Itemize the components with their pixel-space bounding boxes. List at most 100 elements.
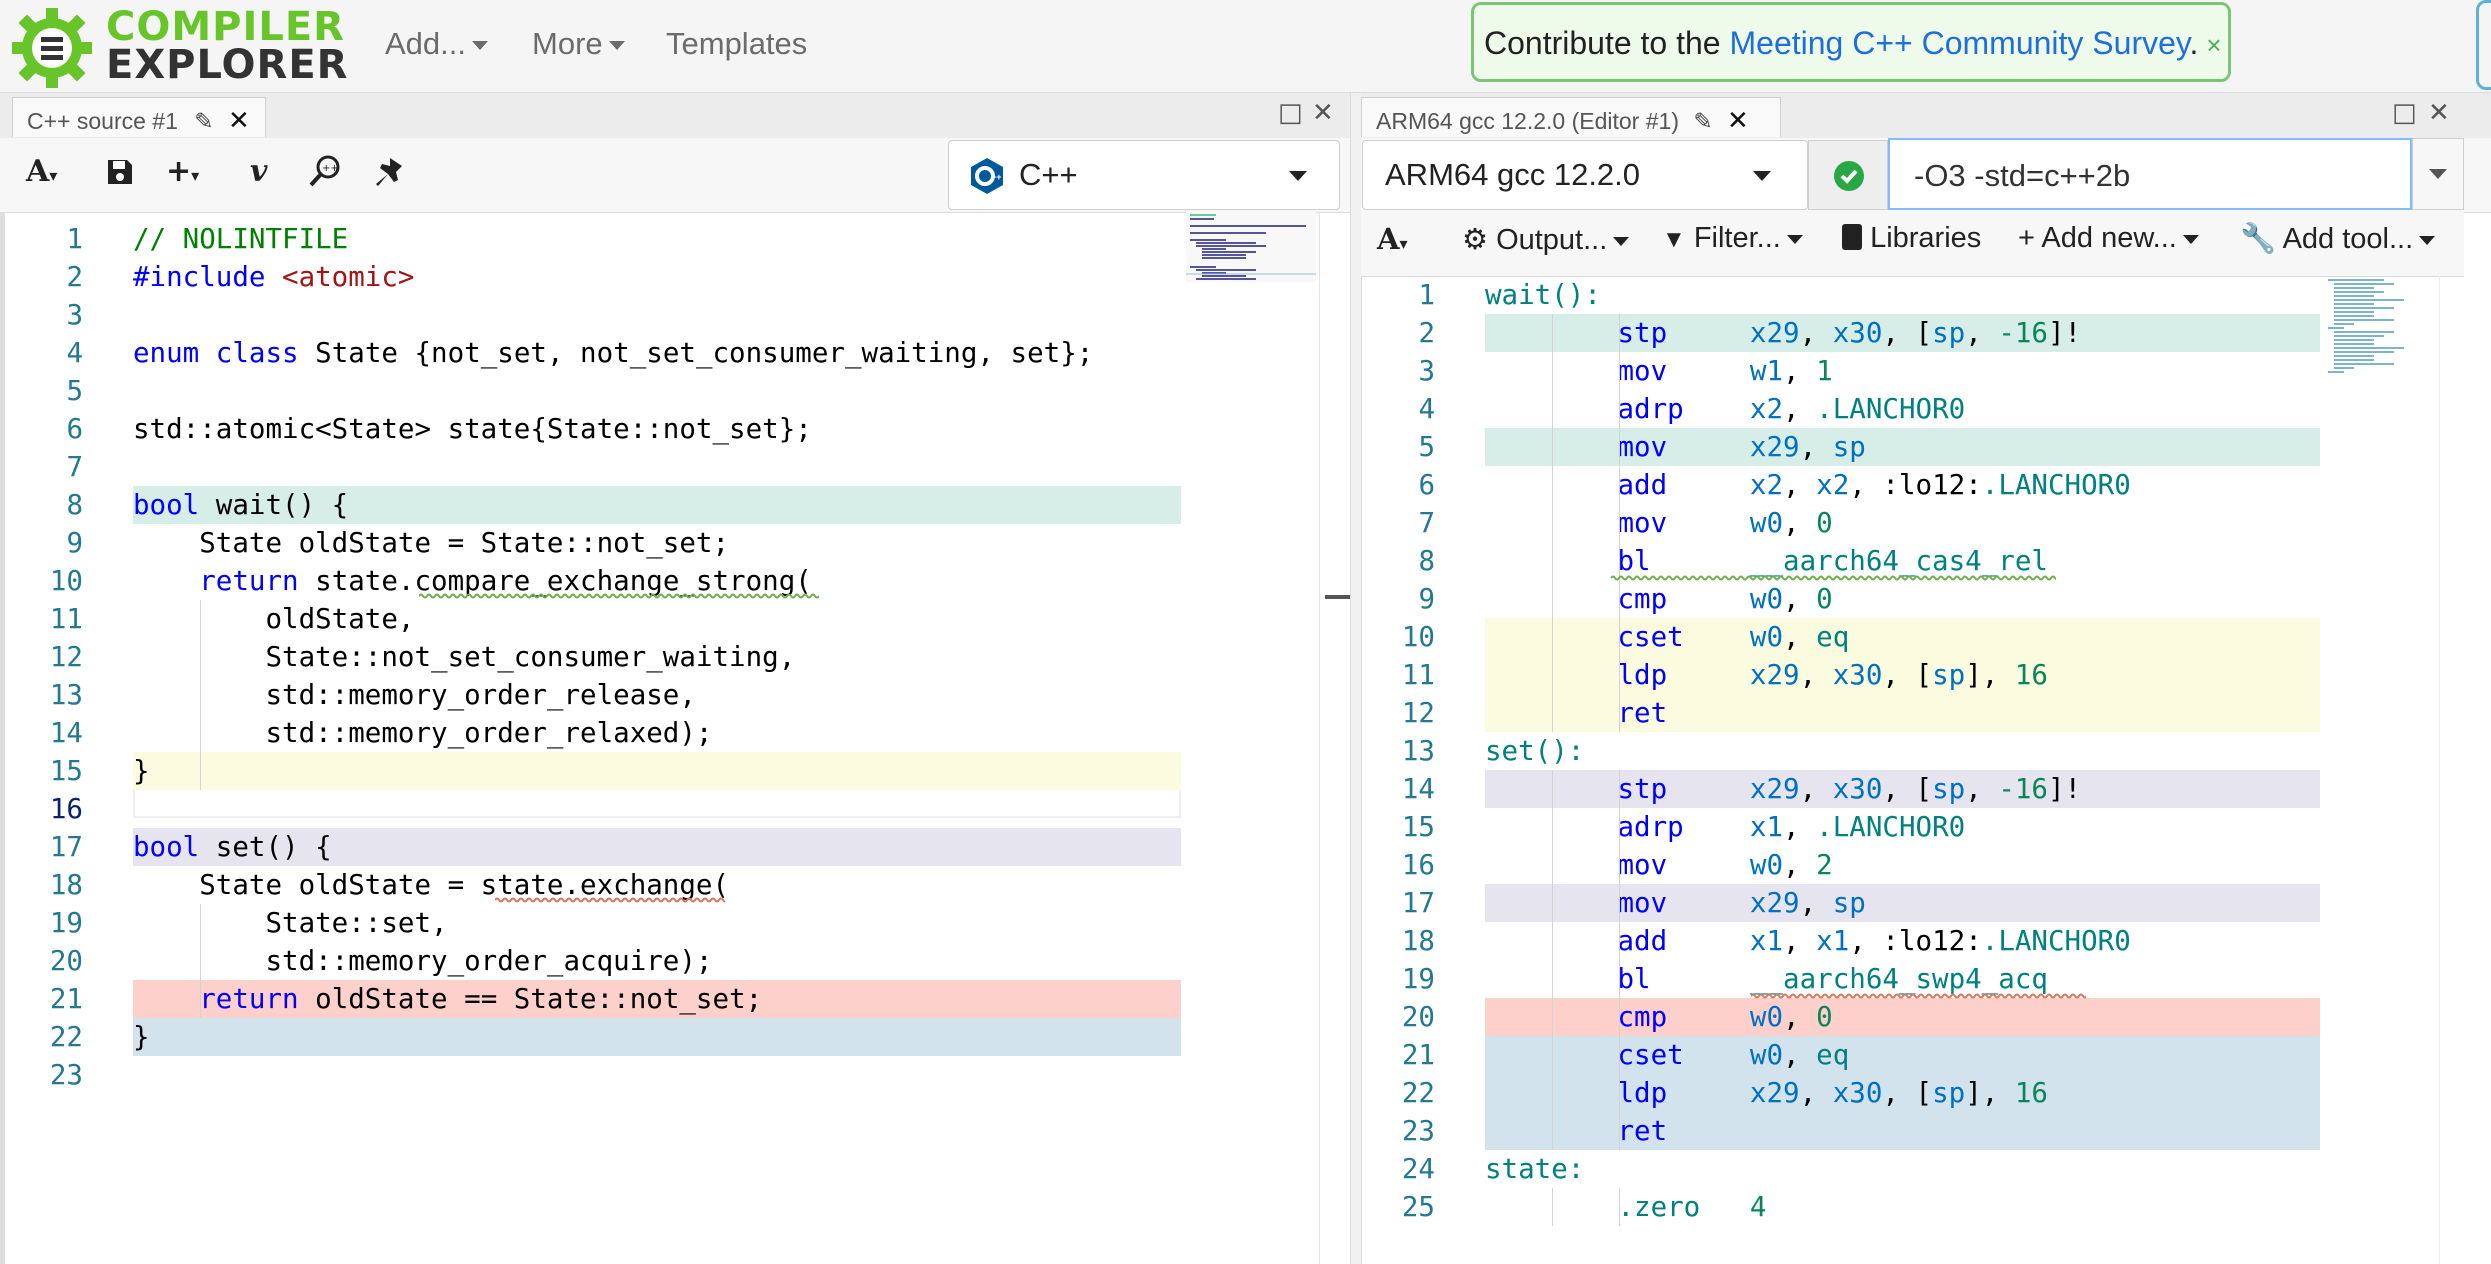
nav-more-label: More	[532, 26, 603, 61]
gear-logo-icon	[12, 8, 92, 88]
underline-squiggle	[495, 897, 725, 903]
source-line: }	[133, 755, 150, 787]
chevron-down-icon	[1289, 171, 1307, 181]
line-number: 4	[66, 337, 83, 369]
tab-title: ARM64 gcc 12.2.0 (Editor #1)	[1376, 108, 1679, 134]
close-pane-icon[interactable]: ✕	[2428, 98, 2450, 128]
asm-line-number: 17	[1401, 887, 1435, 919]
source-line: std::memory_order_acquire);	[133, 945, 713, 977]
maximize-icon[interactable]: □	[2392, 98, 2417, 128]
source-line: oldState,	[133, 603, 415, 635]
asm-line: stp x29, x30, [sp, -16]!	[1617, 317, 2082, 349]
indent-guide	[200, 904, 201, 1018]
source-line-highlight	[133, 1018, 1181, 1056]
pencil-icon[interactable]: ✎	[194, 108, 213, 134]
tab-cpp-source[interactable]: C++ source #1 ✎ ✕	[12, 97, 266, 137]
compiler-explorer-logo[interactable]: COMPILER EXPLORER	[8, 4, 347, 88]
line-number: 3	[66, 299, 83, 331]
line-number: 13	[49, 679, 83, 711]
survey-link[interactable]: Meeting C++ Community Survey	[1729, 25, 2189, 61]
add-tool-menu[interactable]: 🔧 Add tool...	[2240, 222, 2436, 256]
asm-line: add x1, x1, :lo12:.LANCHOR0	[1617, 925, 2131, 957]
asm-line-number: 25	[1401, 1191, 1435, 1223]
output-menu[interactable]: ⚙ Output...	[1462, 222, 1630, 257]
pin-icon[interactable]	[372, 154, 408, 188]
line-number: 2	[66, 261, 83, 293]
asm-line: wait():	[1485, 279, 1601, 311]
source-minimap[interactable]	[1186, 212, 1316, 302]
line-number: 15	[49, 755, 83, 787]
line-number: 7	[66, 451, 83, 483]
nav-add-menu[interactable]: Add...	[385, 26, 488, 62]
vim-icon[interactable]: v	[250, 154, 267, 189]
line-number: 8	[66, 489, 83, 521]
line-number: 21	[49, 983, 83, 1015]
right-edge-widget	[2476, 0, 2491, 90]
asm-line-number: 6	[1418, 469, 1435, 501]
asm-scrollbar-track[interactable]	[2439, 276, 2464, 1264]
asm-line: .zero 4	[1617, 1191, 1767, 1223]
tab-arm64-compiler[interactable]: ARM64 gcc 12.2.0 (Editor #1) ✎ ✕	[1361, 97, 1781, 137]
compiler-select[interactable]: ARM64 gcc 12.2.0	[1362, 140, 1808, 210]
compiler-options-input[interactable]: -O3 -std=c++2b	[1888, 138, 2412, 210]
ruler-line	[1319, 212, 1320, 1264]
save-icon[interactable]	[106, 158, 134, 186]
maximize-icon[interactable]: □	[1278, 98, 1303, 128]
close-notice-icon[interactable]: ×	[2206, 30, 2221, 60]
asm-line: cset w0, eq	[1617, 1039, 1850, 1071]
asm-font-size-icon[interactable]: A▾	[1377, 222, 1408, 256]
underline-squiggle	[1611, 575, 2056, 581]
filter-icon: ▼	[1662, 226, 1686, 253]
asm-line: adrp x1, .LANCHOR0	[1617, 811, 1966, 843]
options-dropdown-button[interactable]	[2412, 138, 2464, 210]
editor-scrollbar[interactable]	[1325, 595, 1351, 599]
add-icon[interactable]: +▾	[166, 154, 199, 189]
asm-line: mov w0, 0	[1617, 507, 1833, 539]
assembly-output[interactable]: 1 wait(): 2 stp x29, x30, [sp, -16]! 3 mov …	[1361, 276, 2464, 1264]
language-select[interactable]: ++ C++	[948, 140, 1340, 210]
indent-guide	[1552, 770, 1553, 1150]
source-line: std::atomic<State> state{State::not_set}…	[133, 413, 812, 445]
pencil-icon[interactable]: ✎	[1693, 108, 1712, 134]
indent-guide	[1619, 1188, 1620, 1226]
asm-line-number: 3	[1418, 355, 1435, 387]
tab-title: C++ source #1	[27, 108, 178, 134]
asm-line: mov x29, sp	[1617, 431, 1866, 463]
underline-squiggle	[1751, 993, 2086, 999]
asm-line: ret	[1617, 1115, 1668, 1147]
line-number: 12	[49, 641, 83, 673]
chevron-down-icon	[608, 41, 625, 51]
nav-more-menu[interactable]: More	[532, 26, 625, 62]
asm-line-number: 9	[1418, 583, 1435, 615]
chevron-down-icon	[1786, 234, 1803, 244]
source-line: std::memory_order_release,	[133, 679, 696, 711]
asm-line-number: 14	[1401, 773, 1435, 805]
libraries-label: Libraries	[1870, 222, 1982, 254]
asm-line-number: 24	[1401, 1153, 1435, 1185]
asm-line-number: 1	[1418, 279, 1435, 311]
source-line: std::memory_order_relaxed);	[133, 717, 713, 749]
nav-templates-link[interactable]: Templates	[666, 26, 807, 62]
close-pane-icon[interactable]: ✕	[1312, 98, 1334, 128]
asm-line: ret	[1617, 697, 1668, 729]
chevron-down-icon	[1613, 236, 1630, 246]
libraries-button[interactable]: Libraries	[1842, 222, 1981, 255]
line-number: 17	[49, 831, 83, 863]
close-tab-icon[interactable]: ✕	[1727, 105, 1749, 135]
source-line: State oldState = State::not_set;	[133, 527, 730, 559]
line-number: 22	[49, 1021, 83, 1053]
filter-menu[interactable]: ▼ Filter...	[1662, 222, 1803, 255]
compile-status-button[interactable]	[1808, 140, 1888, 210]
chevron-down-icon	[2419, 235, 2436, 245]
font-size-icon[interactable]: A▾	[26, 154, 57, 189]
line-number: 6	[66, 413, 83, 445]
close-tab-icon[interactable]: ✕	[228, 105, 250, 135]
asm-line-number: 4	[1418, 393, 1435, 425]
asm-minimap[interactable]	[2324, 276, 2434, 386]
indent-guide	[1552, 1188, 1553, 1226]
source-editor[interactable]: 1 // NOLINTFILE 2 #include <atomic> 3 4 enum c…	[0, 212, 1351, 1264]
filter-label: Filter...	[1693, 222, 1781, 254]
indent-guide	[1552, 314, 1553, 732]
add-new-menu[interactable]: + Add new...	[2018, 222, 2199, 255]
search-code-icon[interactable]: ++	[308, 154, 344, 188]
